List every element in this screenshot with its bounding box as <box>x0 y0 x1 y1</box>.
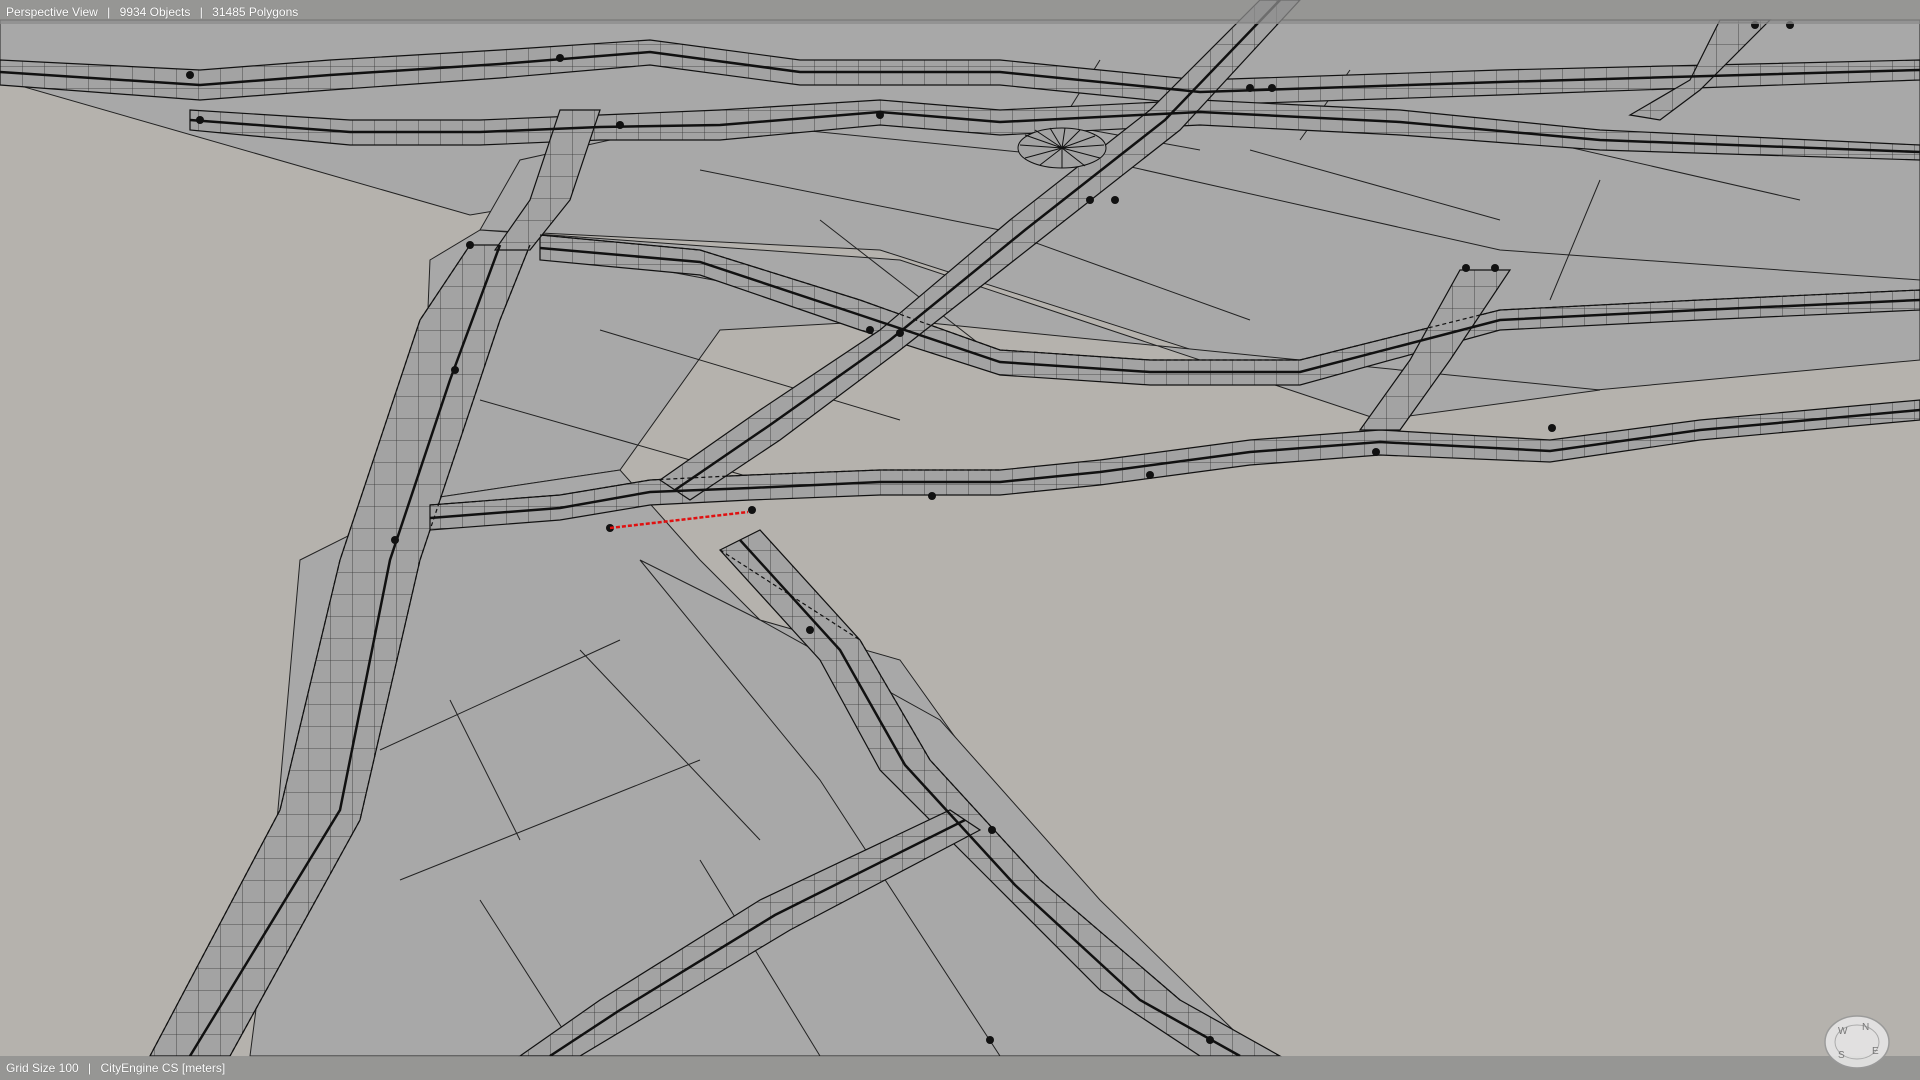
compass-east-label: E <box>1872 1046 1879 1057</box>
polygon-count-label: 31485 Polygons <box>212 5 299 19</box>
compass-south-label: S <box>1838 1050 1845 1061</box>
cul-de-sac <box>1017 127 1107 169</box>
viewport-header: Perspective View | 9934 Objects | 31485 … <box>0 0 1920 24</box>
hud-separator: | <box>199 5 203 19</box>
viewport-footer: Grid Size 100 | CityEngine CS [meters] <box>0 1056 1920 1080</box>
object-count-label: 9934 Objects <box>119 5 191 19</box>
street-network-scene[interactable] <box>0 0 1920 1080</box>
hud-separator: | <box>88 1061 92 1075</box>
compass-icon[interactable]: N E S W <box>1822 1004 1892 1074</box>
hud-separator: | <box>107 5 111 19</box>
compass-west-label: W <box>1838 1026 1848 1037</box>
3d-viewport[interactable]: Perspective View | 9934 Objects | 31485 … <box>0 0 1920 1080</box>
compass-north-label: N <box>1862 1022 1869 1033</box>
grid-size-label: Grid Size 100 <box>6 1061 79 1075</box>
view-name-label: Perspective View <box>6 5 98 19</box>
coordinate-system-label: CityEngine CS [meters] <box>100 1061 226 1075</box>
